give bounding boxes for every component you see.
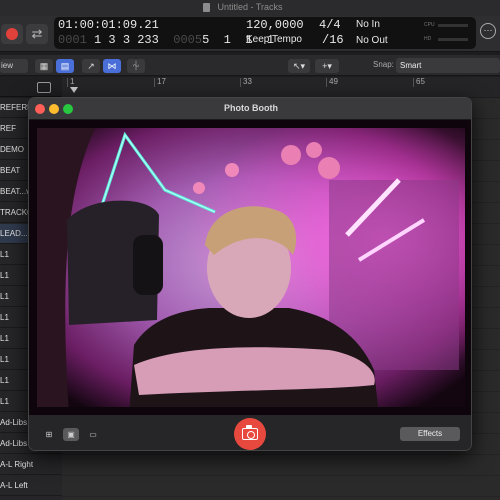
hd-label: HD: [424, 36, 432, 42]
view-menu[interactable]: iew: [0, 59, 28, 73]
lcd-bar-dim: 0001: [58, 33, 87, 47]
take-photo-button[interactable]: [234, 418, 266, 450]
lcd-beat: 3: [108, 33, 116, 47]
playhead[interactable]: [70, 87, 78, 93]
ruler-mark: 17: [154, 78, 166, 87]
track-lane-divider: [62, 496, 500, 497]
inspector-icon[interactable]: ▤: [56, 59, 74, 73]
photo-booth-title-bar: Photo Booth: [29, 98, 471, 120]
cpu-label: CPU: [424, 22, 435, 28]
link-icon[interactable]: ⋈: [103, 59, 121, 73]
cycle-icon: ⇄: [31, 26, 43, 41]
camera-icon: [242, 425, 258, 440]
cpu-bar: [438, 24, 468, 27]
single-photo-icon[interactable]: ▣: [63, 428, 79, 441]
video-camera-icon[interactable]: ▭: [85, 428, 101, 441]
lcd-midi-out: No Out: [356, 35, 388, 46]
snap-select[interactable]: Smart: [396, 58, 500, 73]
track-header[interactable]: A-L Right: [0, 455, 62, 475]
cpu-meter[interactable]: CPU HD: [422, 19, 472, 47]
hd-bar: [438, 38, 468, 41]
ruler-mark: 65: [413, 78, 425, 87]
lcd-tempo[interactable]: 120,0000: [246, 18, 304, 32]
lcd-time-position: 01:00:01:09.21: [58, 18, 159, 32]
lcd-bar: 1: [94, 33, 102, 47]
lcd-bar-position: 0001 1 3 3 233 00055 1 1 1: [58, 33, 274, 47]
lcd-end-dim: 0005: [173, 33, 203, 47]
settings-icon[interactable]: ⋯: [480, 23, 496, 39]
track-lane-divider: [62, 454, 500, 455]
snap-label: Snap:: [373, 60, 394, 69]
automation-icon[interactable]: ⏆: [127, 59, 145, 73]
lcd-ticks: 233: [137, 33, 159, 47]
pencil-tool-icon[interactable]: +▾: [315, 59, 339, 73]
lcd-midi-in: No In: [356, 19, 380, 30]
track-lane-divider: [62, 475, 500, 476]
lcd-tempo-mode[interactable]: Keep Tempo: [246, 34, 302, 45]
tracks-toolbar: iew ▦ ▤ ↗ ⋈ ⏆ ↖▾ +▾ Snap: Smart: [0, 55, 500, 76]
ruler-mark: 49: [326, 78, 338, 87]
photo-booth-toolbar: ⊞ ▣ ▭ Effects: [29, 415, 471, 450]
camera-viewfinder: [29, 120, 471, 415]
record-button[interactable]: [1, 24, 23, 44]
lcd-time-signature[interactable]: 4/4: [319, 18, 341, 32]
global-tracks-icon[interactable]: [37, 82, 51, 93]
ruler-mark: 1: [67, 78, 74, 87]
catch-icon[interactable]: ↗: [82, 59, 100, 73]
ruler[interactable]: 1 17 33 49 65: [0, 77, 500, 97]
track-header[interactable]: A-L Left: [0, 476, 62, 496]
lcd-division: 3: [122, 33, 131, 47]
logic-title-bar: Untitled - Tracks: [0, 0, 500, 16]
ruler-mark: 33: [240, 78, 252, 87]
window-title: Untitled - Tracks: [217, 2, 283, 12]
grid-view-icon[interactable]: ⊞: [41, 428, 57, 441]
pointer-tool-icon[interactable]: ↖▾: [288, 59, 310, 73]
camera-feed-image: [29, 120, 471, 415]
ruler-lane[interactable]: 1 17 33 49 65: [62, 77, 500, 97]
lcd-division-value[interactable]: /16: [322, 33, 344, 47]
effects-button[interactable]: Effects: [400, 427, 460, 441]
photo-booth-window: Photo Booth ⊞ ▣ ▭ Effects: [28, 97, 472, 451]
cycle-button[interactable]: ⇄: [26, 24, 48, 44]
lcd-display[interactable]: 01:00:01:09.21 0001 1 3 3 233 00055 1 1 …: [54, 17, 476, 49]
list-editors-icon[interactable]: ▦: [35, 59, 53, 73]
photo-booth-title: Photo Booth: [224, 103, 278, 113]
